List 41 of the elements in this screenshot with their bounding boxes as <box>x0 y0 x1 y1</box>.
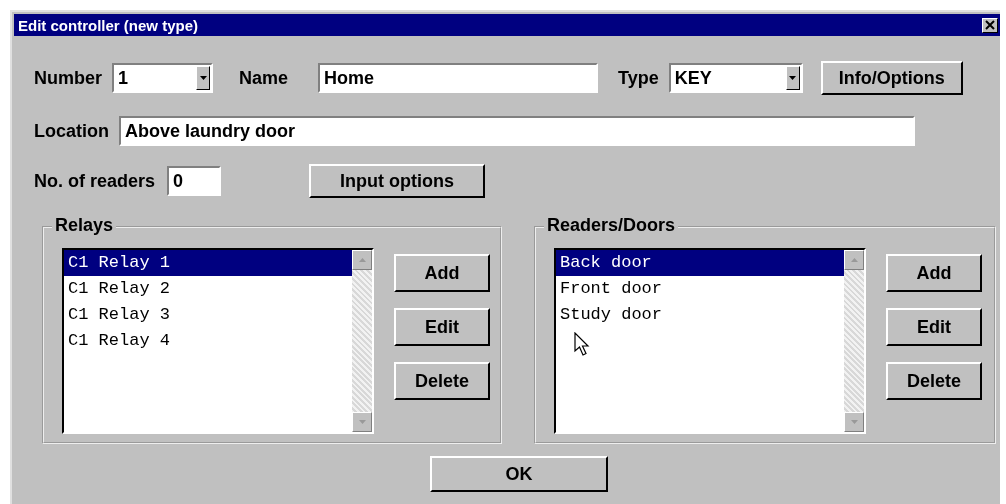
down-arrow-icon <box>358 420 366 424</box>
scroll-up-button[interactable] <box>844 250 864 270</box>
scroll-up-button[interactable] <box>352 250 372 270</box>
group-title: Relays <box>52 215 117 236</box>
list-item[interactable]: C1 Relay 4 <box>64 328 352 354</box>
field-label: Name <box>239 67 289 89</box>
up-arrow-icon <box>850 258 858 262</box>
scrollbar[interactable] <box>352 250 372 432</box>
location-field[interactable]: Above laundry door <box>119 116 915 146</box>
list-item[interactable]: Study door <box>556 302 844 328</box>
info-options-button[interactable]: Info/Options <box>820 61 963 95</box>
list-item[interactable]: C1 Relay 2 <box>64 276 352 302</box>
field-label: Location <box>34 120 109 142</box>
up-arrow-icon <box>358 258 366 262</box>
type-dropdown[interactable]: KEY <box>668 63 803 93</box>
list-action-button[interactable]: Delete <box>394 362 490 400</box>
list-item[interactable]: Front door <box>556 276 844 302</box>
name-field[interactable]: Home <box>318 63 599 93</box>
close-button[interactable] <box>982 17 998 33</box>
ok-button[interactable]: OK <box>430 456 608 492</box>
list-item[interactable]: C1 Relay 1 <box>64 250 352 276</box>
list-action-button[interactable]: Add <box>886 254 982 292</box>
scroll-down-button[interactable] <box>844 412 864 432</box>
readers-count-field[interactable]: 0 <box>167 166 222 196</box>
list-item[interactable]: C1 Relay 3 <box>64 302 352 328</box>
field-label: Type <box>618 67 659 89</box>
input-options-button[interactable]: Input options <box>309 164 486 198</box>
scroll-down-button[interactable] <box>352 412 372 432</box>
scrollbar[interactable] <box>844 250 864 432</box>
field-label: Number <box>34 67 102 89</box>
number-dropdown[interactable]: 1 <box>112 63 213 93</box>
close-icon <box>985 20 995 30</box>
list-action-button[interactable]: Delete <box>886 362 982 400</box>
field-label: No. of readers <box>34 170 156 192</box>
down-arrow-icon <box>850 420 858 424</box>
window-title: Edit controller (new type) <box>18 16 198 34</box>
list-action-button[interactable]: Edit <box>886 308 982 346</box>
mouse-pointer-icon <box>574 332 592 358</box>
list-item[interactable]: Back door <box>556 250 844 276</box>
list-action-button[interactable]: Edit <box>394 308 490 346</box>
list-action-button[interactable]: Add <box>394 254 490 292</box>
